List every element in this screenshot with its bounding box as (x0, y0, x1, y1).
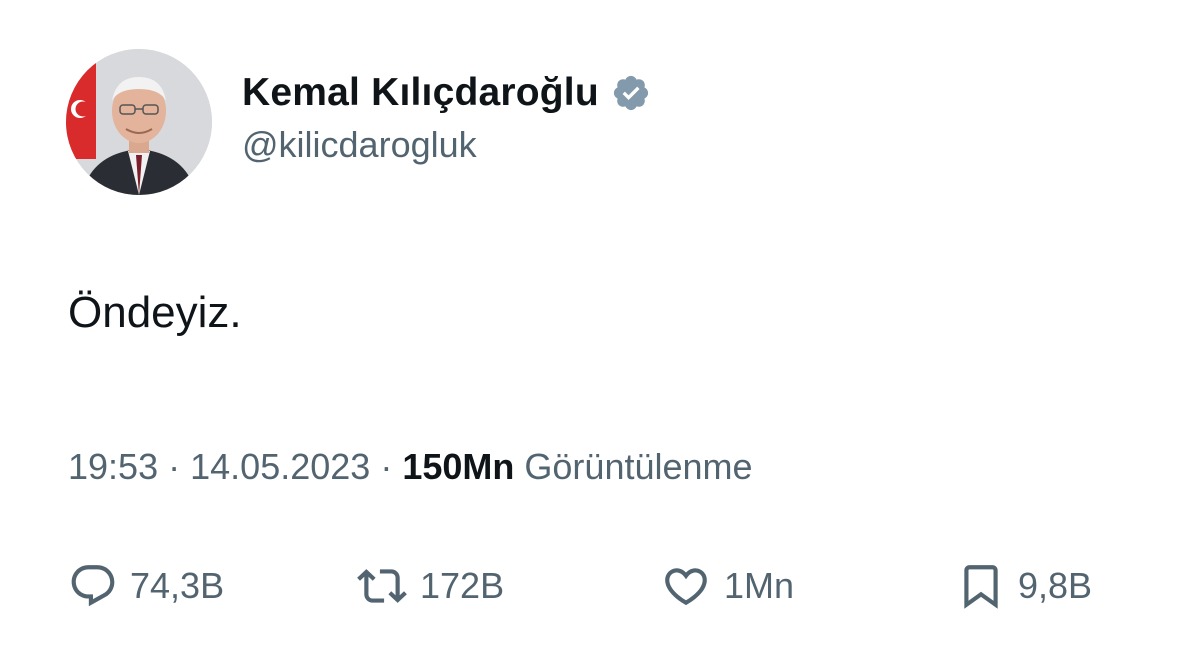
retweet-button[interactable]: 172B (356, 556, 504, 616)
tweet-meta: 19:53 · 14.05.2023 · 150Mn Görüntülenme (68, 446, 753, 488)
views-count: 150Mn (402, 446, 515, 487)
author-handle[interactable]: @kilicdarogluk (242, 124, 651, 166)
meta-separator: · (380, 446, 393, 487)
bookmark-icon (956, 561, 1006, 611)
tweet-date[interactable]: 14.05.2023 (190, 446, 370, 487)
reply-count: 74,3B (130, 565, 225, 606)
like-count: 1Mn (724, 565, 795, 606)
avatar[interactable] (66, 49, 212, 195)
reply-button[interactable]: 74,3B (68, 556, 224, 616)
tweet-text: Öndeyiz. (68, 288, 242, 337)
heart-icon (660, 561, 712, 611)
views-label: Görüntülenme (524, 446, 753, 487)
retweet-count: 172B (420, 565, 505, 606)
reply-icon (68, 561, 118, 611)
retweet-icon (356, 561, 408, 611)
author-info: Kemal Kılıçdaroğlu @kilicdarogluk (242, 68, 651, 166)
author-display-name[interactable]: Kemal Kılıçdaroğlu (242, 71, 599, 115)
bookmark-button[interactable]: 9,8B (956, 556, 1092, 616)
meta-separator: · (168, 446, 181, 487)
verified-badge-icon (611, 73, 651, 113)
tweet-actions: 74,3B 172B 1Mn 9,8B (68, 556, 1148, 616)
avatar-image (66, 49, 212, 195)
like-button[interactable]: 1Mn (660, 556, 794, 616)
tweet-card: Kemal Kılıçdaroğlu @kilicdarogluk Öndeyi… (0, 0, 1200, 664)
tweet-time[interactable]: 19:53 (68, 446, 158, 487)
bookmark-count: 9,8B (1018, 565, 1093, 606)
author-name-row: Kemal Kılıçdaroğlu (242, 68, 651, 118)
